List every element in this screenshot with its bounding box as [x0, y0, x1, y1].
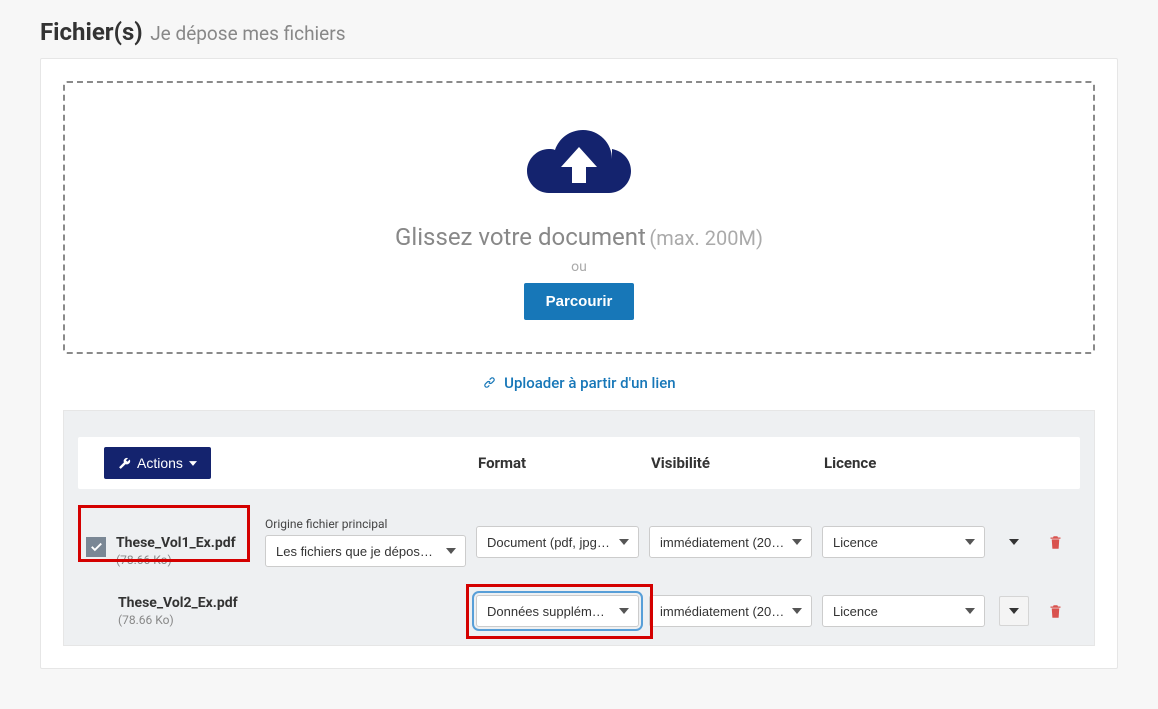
browse-button[interactable]: Parcourir: [524, 283, 635, 320]
table-header: Actions Format Visibilité Licence: [78, 437, 1080, 489]
link-icon: [482, 375, 497, 390]
dropzone-title: Glissez votre document: [395, 223, 646, 251]
visibility-select[interactable]: immédiatement (2023): [649, 595, 812, 627]
licence-select[interactable]: Licence: [822, 526, 985, 558]
col-header-format: Format: [476, 454, 649, 472]
expand-button[interactable]: [999, 596, 1029, 626]
actions-button-label: Actions: [137, 455, 183, 471]
visibility-select[interactable]: immédiatement (2023): [649, 526, 812, 558]
dropzone[interactable]: Glissez votre document (max. 200M) ou Pa…: [63, 81, 1095, 354]
delete-button[interactable]: [1042, 528, 1070, 556]
upload-card: Glissez votre document (max. 200M) ou Pa…: [40, 58, 1118, 669]
actions-button[interactable]: Actions: [104, 447, 211, 479]
page-title: Fichier(s): [40, 18, 143, 46]
check-icon: [90, 541, 103, 554]
checkbox-placeholder: [86, 595, 106, 615]
file-name: These_Vol1_Ex.pdf: [116, 535, 251, 551]
format-select[interactable]: Document (pdf, jpg, ...): [476, 526, 639, 558]
file-name: These_Vol2_Ex.pdf: [118, 595, 466, 611]
format-select[interactable]: Données supplémentaires: [476, 595, 639, 627]
delete-button[interactable]: [1042, 597, 1070, 625]
origin-select[interactable]: Les fichiers que je dépose sont: [265, 535, 466, 567]
upload-from-link[interactable]: Uploader à partir d'un lien: [482, 374, 675, 392]
file-size: (78.66 Ko): [118, 613, 466, 627]
dropzone-or: ou: [85, 259, 1073, 275]
page-header: Fichier(s) Je dépose mes fichiers: [40, 0, 1118, 58]
file-row: These_Vol1_Ex.pdf (78.66 Ko) Origine fic…: [78, 517, 1080, 567]
trash-icon: [1048, 603, 1063, 620]
dropzone-hint: (max. 200M): [649, 226, 763, 250]
caret-down-icon: [1009, 539, 1019, 545]
licence-select[interactable]: Licence: [822, 595, 985, 627]
files-panel: Actions Format Visibilité Licence: [63, 410, 1095, 646]
caret-down-icon: [189, 461, 197, 466]
expand-button[interactable]: [999, 527, 1029, 557]
cloud-upload-icon: [524, 123, 634, 205]
file-size: (78.66 Ko): [116, 553, 251, 567]
col-header-visibility: Visibilité: [649, 454, 822, 472]
caret-down-icon: [1009, 608, 1019, 614]
wrench-icon: [118, 457, 131, 470]
file-row: These_Vol2_Ex.pdf (78.66 Ko) Données sup…: [78, 595, 1080, 627]
trash-icon: [1048, 534, 1063, 551]
origin-label: Origine fichier principal: [265, 517, 466, 531]
page-subtitle: Je dépose mes fichiers: [150, 22, 345, 45]
checkbox[interactable]: [86, 537, 106, 557]
col-header-licence: Licence: [822, 454, 995, 472]
upload-from-link-label: Uploader à partir d'un lien: [504, 374, 675, 392]
